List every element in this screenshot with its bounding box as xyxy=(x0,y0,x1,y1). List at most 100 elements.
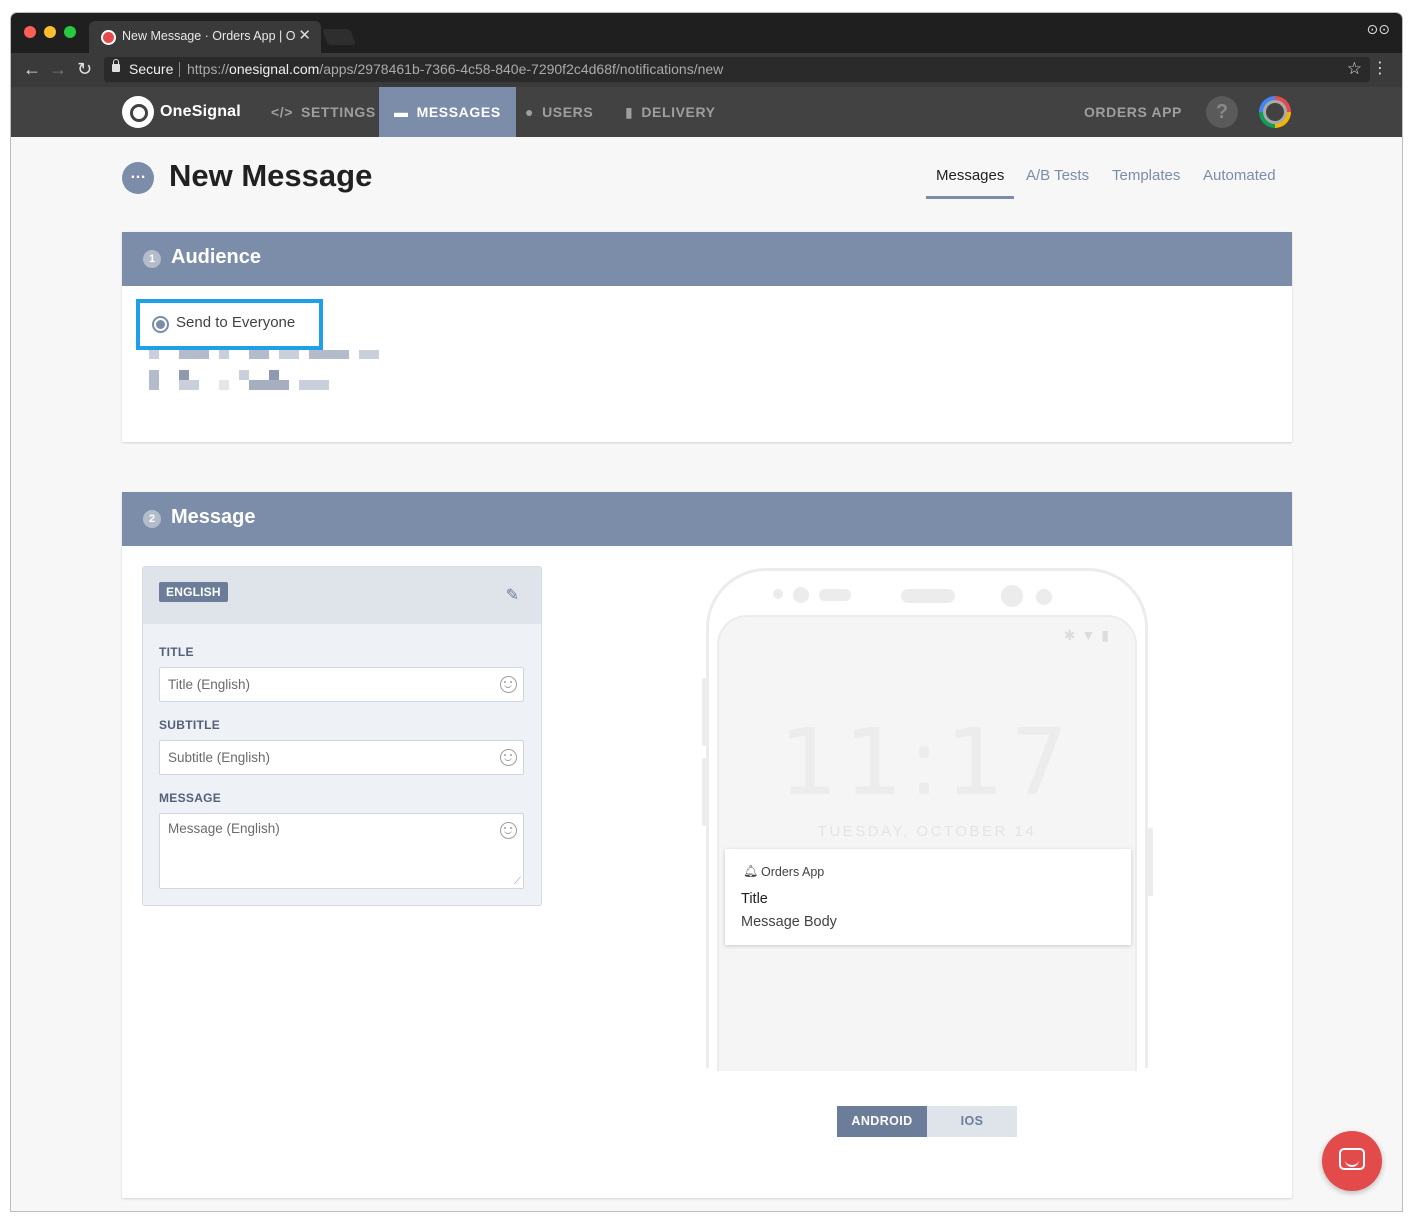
title-input[interactable]: Title (English) xyxy=(159,667,524,702)
window-minimize-button[interactable] xyxy=(44,26,56,38)
pencil-icon[interactable]: ✎ xyxy=(506,585,519,605)
window-close-button[interactable] xyxy=(24,26,36,38)
phone-lock-screen: ✱▼▮ 11:17 TUESDAY, OCTOBER 14 🔔︎ Orders … xyxy=(717,615,1137,1071)
title-label: TITLE xyxy=(159,645,194,659)
phone-side-button xyxy=(702,758,707,826)
phone-sensor xyxy=(819,589,851,601)
forward-arrow-icon[interactable]: → xyxy=(49,59,67,79)
browser-window: New Message · Orders App | O ✕ ⊙⊙ ← → ↻ … xyxy=(11,13,1402,1211)
audience-title: Audience xyxy=(171,246,262,268)
subtitle-label: SUBTITLE xyxy=(159,718,221,732)
onesignal-logo-text[interactable]: OneSignal xyxy=(160,103,241,121)
nav-item-messages[interactable]: ▬ MESSAGES xyxy=(379,87,516,137)
subtitle-placeholder: Subtitle (English) xyxy=(168,750,271,765)
audience-panel: 1 Audience Send to Everyone xyxy=(122,232,1292,442)
message-label: MESSAGE xyxy=(159,791,222,805)
tab-messages[interactable]: Messages xyxy=(926,167,1015,199)
phone-preview: ✱▼▮ 11:17 TUESDAY, OCTOBER 14 🔔︎ Orders … xyxy=(706,568,1148,1071)
new-tab-button[interactable] xyxy=(322,29,356,45)
help-icon[interactable]: ? xyxy=(1206,96,1238,128)
step-number: 1 xyxy=(143,250,161,268)
lock-icon xyxy=(112,59,120,72)
phone-side-button xyxy=(1148,828,1153,896)
nav-item-settings[interactable]: </> SETTINGS xyxy=(271,87,376,137)
bar-chart-icon: ▮ xyxy=(625,104,634,120)
status-bar-icons: ✱▼▮ xyxy=(1063,627,1115,643)
nav-item-users[interactable]: ● USERS xyxy=(525,87,593,137)
android-button[interactable]: ANDROID xyxy=(837,1106,927,1137)
phone-side-button xyxy=(702,678,707,746)
chat-launcher-icon[interactable] xyxy=(1322,1131,1382,1191)
chat-icon: ▬ xyxy=(394,104,409,120)
tab-automated[interactable]: Automated xyxy=(1203,167,1276,199)
reload-icon[interactable]: ↻ xyxy=(77,59,92,79)
address-bar: ← → ↻ Secure https://onesignal.com/apps/… xyxy=(11,53,1402,87)
send-to-everyone-label[interactable]: Send to Everyone xyxy=(176,314,295,331)
omnibox-divider xyxy=(179,62,180,77)
emoji-icon[interactable] xyxy=(500,822,517,839)
nav-label: SETTINGS xyxy=(301,104,376,120)
nav-label: MESSAGES xyxy=(416,104,501,120)
lock-screen-date: TUESDAY, OCTOBER 14 xyxy=(817,823,1037,840)
url-text: https://onesignal.com/apps/2978461b-7366… xyxy=(187,61,723,77)
ios-button[interactable]: IOS xyxy=(927,1106,1017,1137)
notification-body: Message Body xyxy=(741,914,837,930)
title-placeholder: Title (English) xyxy=(168,677,251,692)
users-icon: ● xyxy=(525,104,535,120)
message-textarea[interactable]: Message (English) ⟋ xyxy=(159,813,524,889)
emoji-icon[interactable] xyxy=(500,676,517,693)
nav-label: USERS xyxy=(542,104,594,120)
audience-panel-header: 1 Audience xyxy=(122,232,1292,286)
url-scheme: https:// xyxy=(187,61,230,77)
app-navbar: OneSignal </> SETTINGS ▬ MESSAGES ● USERS ▮… xyxy=(11,87,1402,137)
page-title: New Message xyxy=(169,158,373,193)
secure-label: Secure xyxy=(129,61,174,77)
avatar[interactable] xyxy=(1259,96,1291,128)
language-card: ENGLISH ✎ TITLE Title (English) SUBTITLE… xyxy=(142,566,542,906)
message-title: Message xyxy=(171,506,256,528)
notification-preview: 🔔︎ Orders App Title Message Body xyxy=(725,849,1131,945)
send-to-everyone-radio[interactable] xyxy=(152,316,169,333)
message-panel: 2 Message ENGLISH ✎ TITLE Title (English… xyxy=(122,492,1292,1198)
bell-icon: 🔔︎ xyxy=(743,864,759,878)
platform-toggle: ANDROID IOS xyxy=(837,1106,1017,1137)
subtitle-input[interactable]: Subtitle (English) xyxy=(159,740,524,775)
language-card-header: ENGLISH ✎ xyxy=(143,567,541,624)
browser-menu-icon[interactable]: ⋮ xyxy=(1372,60,1388,78)
send-to-everyone-option[interactable]: Send to Everyone xyxy=(136,299,323,350)
url-input[interactable]: Secure https://onesignal.com/apps/297846… xyxy=(104,57,1370,82)
step-number: 2 xyxy=(143,510,161,528)
tab-close-icon[interactable]: ✕ xyxy=(298,26,311,44)
phone-sensor xyxy=(773,589,783,599)
code-icon: </> xyxy=(271,104,294,120)
language-badge[interactable]: ENGLISH xyxy=(159,582,228,602)
tab-ab-tests[interactable]: A/B Tests xyxy=(1026,167,1089,199)
incognito-icon: ⊙⊙ xyxy=(1366,21,1390,37)
message-panel-header: 2 Message xyxy=(122,492,1292,546)
tab-strip: New Message · Orders App | O ✕ ⊙⊙ xyxy=(11,13,1402,53)
window-maximize-button[interactable] xyxy=(64,26,76,38)
url-path: /apps/2978461b-7366-4c58-840e-7290f2c4d6… xyxy=(319,61,724,77)
message-placeholder: Message (English) xyxy=(168,821,280,836)
tab-title: New Message · Orders App | O xyxy=(122,29,296,43)
phone-camera xyxy=(793,587,809,603)
phone-sensor xyxy=(1036,589,1052,605)
tab-templates[interactable]: Templates xyxy=(1112,167,1180,199)
notification-app-name: Orders App xyxy=(761,865,825,879)
lock-screen-clock: 11:17 xyxy=(779,709,1075,816)
emoji-icon[interactable] xyxy=(500,749,517,766)
app-switcher[interactable]: ORDERS APP xyxy=(1084,87,1182,137)
resize-handle-icon[interactable]: ⟋ xyxy=(514,876,521,887)
onesignal-logo-icon[interactable] xyxy=(122,96,154,128)
browser-tab[interactable]: New Message · Orders App | O ✕ xyxy=(89,21,321,53)
url-host: onesignal.com xyxy=(229,61,320,77)
notification-title: Title xyxy=(741,891,768,907)
phone-speaker xyxy=(901,589,955,603)
back-arrow-icon[interactable]: ← xyxy=(23,59,41,79)
bookmark-star-icon[interactable]: ☆ xyxy=(1347,59,1362,79)
message-bubble-icon xyxy=(122,162,154,194)
nav-label: DELIVERY xyxy=(641,104,716,120)
phone-front-camera xyxy=(1001,585,1023,607)
nav-item-delivery[interactable]: ▮ DELIVERY xyxy=(625,87,716,137)
onesignal-favicon-icon xyxy=(101,30,116,45)
